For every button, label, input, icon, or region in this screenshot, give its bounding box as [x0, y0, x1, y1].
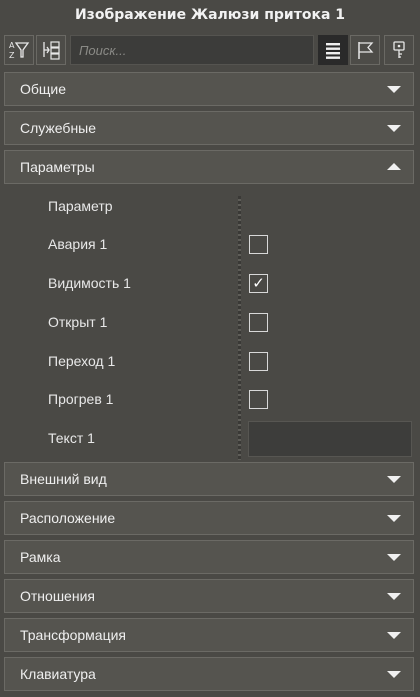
expand-tree-icon: [43, 41, 60, 60]
parameters-header-row: Параметр: [4, 189, 414, 227]
param-row: Прогрев 1: [4, 382, 414, 420]
chevron-up-icon: [387, 163, 401, 170]
section-label: Клавиатура: [20, 666, 96, 682]
section-label: Общие: [20, 81, 67, 97]
param-row: Авария 1: [4, 227, 414, 265]
chevron-down-icon: [387, 554, 401, 561]
param-row: Текст 1: [4, 421, 414, 459]
sort-filter-button[interactable]: A Z: [4, 35, 34, 65]
chevron-down-icon: [387, 515, 401, 522]
key-icon: [393, 41, 405, 58]
section-keyboard[interactable]: Клавиатура: [4, 657, 414, 691]
toolbar: A Z: [0, 33, 420, 69]
param-row: Переход 1: [4, 344, 414, 382]
param-checkbox[interactable]: [249, 352, 268, 371]
param-row: Открыт 1: [4, 305, 414, 343]
chevron-down-icon: [387, 671, 401, 678]
search-input[interactable]: [70, 35, 314, 65]
parameters-panel: Параметр Авария 1 Видимость 1 ✓ Открыт 1…: [4, 189, 414, 461]
chevron-down-icon: [387, 125, 401, 132]
param-name: Прогрев 1: [48, 391, 114, 407]
section-service[interactable]: Служебные: [4, 111, 414, 145]
param-text-field[interactable]: [248, 421, 412, 457]
section-label: Рамка: [20, 549, 61, 565]
section-label: Трансформация: [20, 627, 126, 643]
chevron-down-icon: [387, 86, 401, 93]
sort-az-filter-icon: A Z: [9, 41, 30, 60]
window-title: Изображение Жалюзи притока 1: [0, 0, 420, 30]
svg-text:Z: Z: [9, 51, 15, 60]
section-label: Внешний вид: [20, 471, 107, 487]
section-transform[interactable]: Трансформация: [4, 618, 414, 652]
param-name: Текст 1: [48, 430, 95, 446]
column-splitter[interactable]: [238, 196, 241, 460]
chevron-down-icon: [387, 632, 401, 639]
svg-text:A: A: [9, 41, 15, 50]
param-name: Открыт 1: [48, 314, 108, 330]
section-parameters[interactable]: Параметры: [4, 150, 414, 184]
param-name: Видимость 1: [48, 275, 131, 291]
section-label: Служебные: [20, 120, 97, 136]
parameters-header: Параметр: [48, 198, 113, 214]
section-position[interactable]: Расположение: [4, 501, 414, 535]
list-view-icon: [326, 43, 340, 59]
param-checkbox[interactable]: [249, 313, 268, 332]
key-button[interactable]: [384, 35, 414, 65]
param-checkbox[interactable]: [249, 390, 268, 409]
section-appearance[interactable]: Внешний вид: [4, 462, 414, 496]
chevron-down-icon: [387, 476, 401, 483]
list-view-button[interactable]: [318, 35, 348, 65]
flag-button[interactable]: [350, 35, 380, 65]
chevron-down-icon: [387, 593, 401, 600]
section-label: Расположение: [20, 510, 116, 526]
section-label: Параметры: [20, 159, 95, 175]
section-frame[interactable]: Рамка: [4, 540, 414, 574]
section-general[interactable]: Общие: [4, 72, 414, 106]
param-name: Переход 1: [48, 353, 116, 369]
checkmark-icon: ✓: [252, 274, 265, 292]
param-row: Видимость 1 ✓: [4, 266, 414, 304]
param-name: Авария 1: [48, 236, 108, 252]
param-checkbox[interactable]: ✓: [249, 274, 268, 293]
section-label: Отношения: [20, 588, 95, 604]
param-checkbox[interactable]: [249, 235, 268, 254]
flag-icon: [358, 42, 374, 59]
section-relations[interactable]: Отношения: [4, 579, 414, 613]
expand-tree-button[interactable]: [36, 35, 66, 65]
